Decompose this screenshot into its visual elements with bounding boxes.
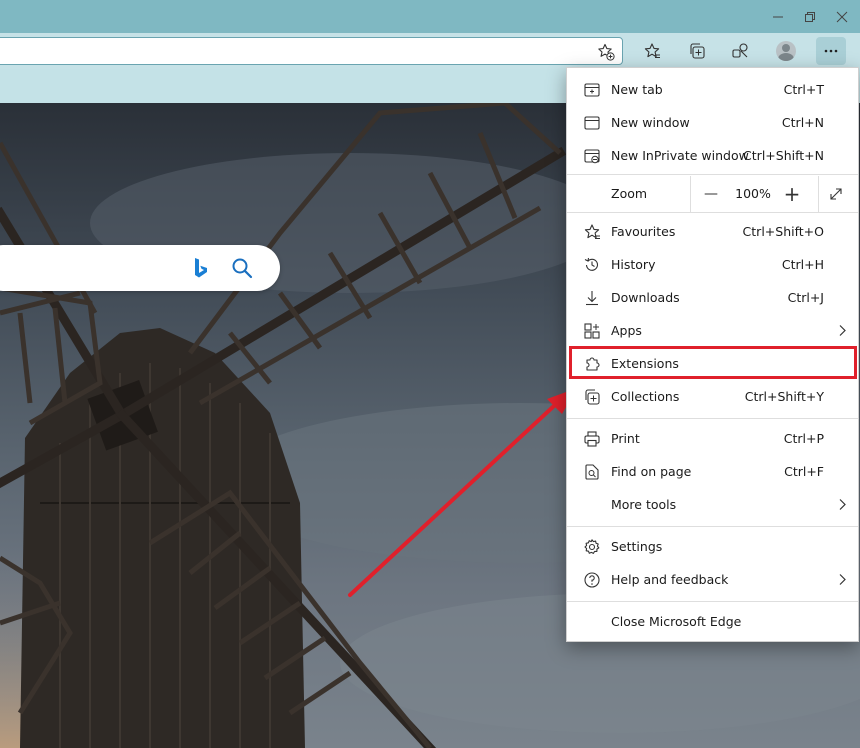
zoom-out-button[interactable]: — xyxy=(698,181,724,207)
full-screen-button[interactable] xyxy=(823,181,849,207)
menu-item-downloads[interactable]: Downloads Ctrl+J xyxy=(567,281,858,314)
menu-item-label: Collections xyxy=(611,389,680,404)
favorites-button[interactable] xyxy=(637,37,667,65)
menu-item-favourites[interactable]: Favourites Ctrl+Shift+O xyxy=(567,215,858,248)
chevron-right-icon xyxy=(839,499,846,510)
profile-button[interactable] xyxy=(771,37,801,65)
menu-item-history[interactable]: History Ctrl+H xyxy=(567,248,858,281)
gear-icon xyxy=(583,538,601,556)
minimize-button[interactable] xyxy=(762,0,794,33)
minus-icon: — xyxy=(704,186,718,202)
collections-icon xyxy=(583,388,601,406)
chevron-right-icon xyxy=(839,325,846,336)
settings-and-more-button[interactable] xyxy=(816,37,846,65)
menu-item-shortcut: Ctrl+F xyxy=(784,464,824,479)
web-search-box[interactable] xyxy=(0,245,280,291)
menu-item-new-tab[interactable]: New tab Ctrl+T xyxy=(567,73,858,106)
menu-item-shortcut: Ctrl+P xyxy=(783,431,824,446)
menu-item-label: History xyxy=(611,257,656,272)
zoom-divider xyxy=(690,176,691,212)
new-tab-icon xyxy=(583,81,601,99)
print-icon xyxy=(583,430,601,448)
help-icon xyxy=(583,571,601,589)
menu-item-new-window[interactable]: New window Ctrl+N xyxy=(567,106,858,139)
plus-icon: + xyxy=(783,182,801,206)
favourites-icon xyxy=(583,223,601,241)
restore-icon xyxy=(805,11,815,22)
zoom-label: Zoom xyxy=(611,186,648,201)
menu-item-label: Settings xyxy=(611,539,663,554)
menu-item-shortcut: Ctrl+Shift+O xyxy=(742,224,824,239)
collections-icon xyxy=(690,43,705,59)
menu-item-label: Extensions xyxy=(611,356,679,371)
history-icon xyxy=(583,256,601,274)
menu-item-label: New InPrivate window xyxy=(611,148,749,163)
menu-item-shortcut: Ctrl+T xyxy=(783,82,824,97)
restore-button[interactable] xyxy=(794,0,826,33)
address-bar[interactable] xyxy=(0,37,623,65)
menu-item-shortcut: Ctrl+Shift+Y xyxy=(744,389,824,404)
menu-item-settings[interactable]: Settings xyxy=(567,530,858,563)
menu-item-extensions[interactable]: Extensions xyxy=(567,347,858,380)
title-bar xyxy=(0,0,860,33)
settings-and-more-menu: New tab Ctrl+T New window Ctrl+N New InP… xyxy=(566,67,859,642)
add-favorite-button[interactable] xyxy=(596,42,616,62)
expand-icon xyxy=(830,188,842,200)
menu-item-label: New window xyxy=(611,115,690,130)
menu-divider xyxy=(567,174,858,175)
menu-item-close-microsoft-edge[interactable]: Close Microsoft Edge xyxy=(567,605,858,638)
minimize-icon xyxy=(773,16,783,17)
apps-icon xyxy=(583,322,601,340)
inprivate-icon xyxy=(583,147,601,165)
extensions-puzzle-icon xyxy=(583,355,601,373)
find-on-page-icon xyxy=(583,463,601,481)
menu-item-label: Downloads xyxy=(611,290,680,305)
menu-item-label: Close Microsoft Edge xyxy=(611,614,742,629)
menu-item-shortcut: Ctrl+Shift+N xyxy=(743,148,824,163)
menu-item-label: Help and feedback xyxy=(611,572,729,587)
star-add-icon xyxy=(598,43,615,61)
menu-item-label: More tools xyxy=(611,497,677,512)
avatar xyxy=(776,41,796,61)
close-window-button[interactable] xyxy=(826,0,858,33)
search-icon[interactable] xyxy=(231,257,253,279)
menu-item-label: Print xyxy=(611,431,640,446)
menu-item-label: Find on page xyxy=(611,464,692,479)
zoom-in-button[interactable]: + xyxy=(779,181,805,207)
new-window-icon xyxy=(583,114,601,132)
menu-item-label: Apps xyxy=(611,323,642,338)
download-icon xyxy=(583,289,601,307)
more-horizontal-icon xyxy=(824,49,838,53)
menu-item-print[interactable]: Print Ctrl+P xyxy=(567,422,858,455)
zoom-divider xyxy=(818,176,819,212)
toolbar xyxy=(0,33,860,69)
zoom-level: 100% xyxy=(735,186,771,201)
menu-divider xyxy=(567,418,858,419)
menu-item-shortcut: Ctrl+N xyxy=(781,115,824,130)
menu-item-shortcut: Ctrl+J xyxy=(787,290,824,305)
menu-item-shortcut: Ctrl+H xyxy=(781,257,824,272)
menu-item-find-on-page[interactable]: Find on page Ctrl+F xyxy=(567,455,858,488)
zoom-row: Zoom — 100% + xyxy=(567,176,858,212)
bing-icon xyxy=(195,258,207,278)
close-icon xyxy=(836,11,848,22)
menu-item-label: New tab xyxy=(611,82,663,97)
menu-item-more-tools[interactable]: More tools xyxy=(567,488,858,521)
menu-item-collections[interactable]: Collections Ctrl+Shift+Y xyxy=(567,380,858,413)
chevron-right-icon xyxy=(839,574,846,585)
menu-divider xyxy=(567,601,858,602)
menu-item-label: Favourites xyxy=(611,224,676,239)
menu-item-help-and-feedback[interactable]: Help and feedback xyxy=(567,563,858,596)
collections-button[interactable] xyxy=(682,37,712,65)
menu-item-apps[interactable]: Apps xyxy=(567,314,858,347)
menu-divider xyxy=(567,526,858,527)
browser-essentials-button[interactable] xyxy=(725,37,755,65)
menu-item-new-inprivate-window[interactable]: New InPrivate window Ctrl+Shift+N xyxy=(567,139,858,172)
menu-divider xyxy=(567,212,858,213)
heart-pulse-icon xyxy=(732,43,748,58)
favorites-star-icon xyxy=(644,43,660,58)
